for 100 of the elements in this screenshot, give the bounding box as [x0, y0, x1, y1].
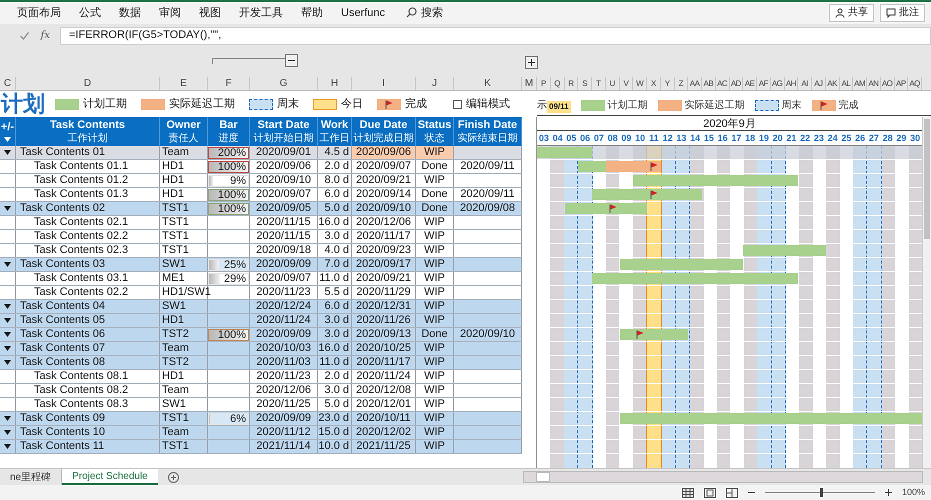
ribbon-tab[interactable]: 开发工具 [230, 4, 292, 22]
column-header[interactable]: AH [784, 77, 798, 90]
table-row[interactable]: Task Contents 01.1 HD1 100% 2020/09/06 2.0 d 2020/09/07 Done 2020/09/11 [0, 160, 522, 174]
comments-button[interactable]: 批注 [880, 4, 925, 22]
column-header[interactable]: P [537, 77, 551, 90]
table-row[interactable]: Task Contents 07 Team 2020/10/03 16.0 d 2020/10/25 WIP [0, 342, 522, 356]
column-header[interactable]: AP [894, 77, 908, 90]
ribbon-tab[interactable]: Userfunc [332, 4, 394, 22]
column-header[interactable]: S [578, 77, 592, 90]
column-header[interactable]: V [620, 77, 634, 90]
column-header[interactable]: D [16, 77, 160, 90]
table-row[interactable]: Task Contents 10 Team 2020/11/12 15.0 d 2020/12/02 WIP [0, 426, 522, 440]
column-header[interactable]: AL [840, 77, 854, 90]
table-row[interactable]: Task Contents 01.3 HD1 100% 2020/09/07 6.0 d 2020/09/14 Done 2020/09/11 [0, 188, 522, 202]
column-header[interactable]: E [160, 77, 208, 90]
insert-function-button[interactable]: fx [40, 28, 50, 44]
column-header[interactable]: M [522, 77, 537, 90]
column-header[interactable]: W [633, 77, 647, 90]
vertical-scrollbar[interactable] [922, 117, 931, 468]
zoom-level[interactable]: 100% [902, 486, 925, 500]
column-header[interactable]: AA [688, 77, 702, 90]
column-header[interactable]: F [208, 77, 250, 90]
share-button[interactable]: 共享 [829, 4, 874, 22]
column-header[interactable]: R [564, 77, 578, 90]
column-header[interactable]: AM [853, 77, 867, 90]
column-header[interactable]: Z [674, 77, 688, 90]
add-sheet-icon[interactable] [168, 472, 179, 483]
ribbon-tab[interactable]: 审阅 [150, 4, 190, 22]
ribbon-tab[interactable]: 帮助 [292, 4, 332, 22]
table-row[interactable]: Task Contents 02.2 TST1 2020/11/15 3.0 d 2020/11/17 WIP [0, 230, 522, 244]
ribbon-tab[interactable]: 数据 [110, 4, 150, 22]
column-header[interactable]: I [352, 77, 416, 90]
table-row[interactable]: Task Contents 01.2 HD1 9% 2020/09/10 8.0 d 2020/09/21 WIP [0, 174, 522, 188]
caret-icon[interactable] [4, 346, 11, 352]
caret-icon[interactable] [4, 416, 11, 422]
column-header[interactable]: AQ [908, 77, 922, 90]
column-header[interactable]: AC [716, 77, 730, 90]
column-header[interactable]: AI [798, 77, 812, 90]
column-header[interactable]: J [416, 77, 454, 90]
column-header[interactable]: U [606, 77, 620, 90]
column-header[interactable]: T [592, 77, 606, 90]
column-header[interactable]: Y [660, 77, 674, 90]
column-header[interactable]: H [318, 77, 352, 90]
table-row[interactable]: Task Contents 05 HD1 2020/11/24 3.0 d 2020/11/26 WIP [0, 314, 522, 328]
table-row[interactable]: Task Contents 02.3 TST1 2020/09/18 4.0 d 2020/09/23 WIP [0, 244, 522, 258]
column-header[interactable]: Q [550, 77, 564, 90]
column-header[interactable]: G [250, 77, 318, 90]
column-header[interactable]: AB [702, 77, 716, 90]
ribbon-tab[interactable]: 公式 [70, 4, 110, 22]
column-header[interactable]: X [647, 77, 661, 90]
formula-input[interactable]: =IFERROR(IF(G5>TODAY(),"", [60, 26, 931, 45]
table-row[interactable]: Task Contents 08 TST2 2020/11/03 11.0 d 2020/11/17 WIP [0, 356, 522, 370]
zoom-in-icon[interactable] [884, 489, 892, 496]
search-field[interactable]: 搜索 [421, 4, 444, 22]
table-row[interactable]: Task Contents 06 TST2 100% 2020/09/09 3.0 d 2020/09/13 Done 2020/09/10 [0, 328, 522, 342]
table-cell: 2020/09/06 [352, 146, 416, 160]
column-header[interactable]: AF [757, 77, 771, 90]
column-header[interactable]: AJ [812, 77, 826, 90]
check-icon[interactable] [20, 32, 29, 40]
table-row[interactable]: Task Contents 03.1 ME1 29% 2020/09/07 11.0 d 2020/09/21 WIP [0, 272, 522, 286]
column-header[interactable]: AG [770, 77, 784, 90]
column-header[interactable]: AO [880, 77, 894, 90]
table-row[interactable]: Task Contents 04 SW1 2020/12/24 6.0 d 2020/12/31 WIP [0, 300, 522, 314]
caret-icon[interactable] [4, 150, 11, 156]
table-row[interactable]: Task Contents 02.2 HD1/SW1 2020/11/23 5.5 d 2020/11/29 WIP [0, 286, 522, 300]
horizontal-scrollbar[interactable] [523, 471, 923, 484]
table-row[interactable]: Task Contents 08.3 SW1 2020/11/25 5.0 d 2020/12/01 WIP [0, 398, 522, 412]
column-header[interactable]: K [454, 77, 522, 90]
sheet-tab[interactable]: Project Schedule [62, 469, 158, 486]
ribbon-tab[interactable]: 视图 [190, 4, 230, 22]
table-row[interactable]: Task Contents 03 SW1 25% 2020/09/09 7.0 d 2020/09/17 WIP [0, 258, 522, 272]
normal-view-icon[interactable] [682, 488, 694, 498]
table-row[interactable]: Task Contents 02 TST1 100% 2020/09/05 5.0 d 2020/09/10 Done 2020/09/08 [0, 202, 522, 216]
caret-icon[interactable] [4, 206, 11, 212]
caret-icon[interactable] [4, 444, 11, 450]
caret-icon[interactable] [4, 360, 11, 366]
page-layout-icon[interactable] [704, 488, 716, 498]
table-row[interactable]: Task Contents 01 Team 200% 2020/09/01 4.5 d 2020/09/06 WIP [0, 146, 522, 160]
table-row[interactable]: Task Contents 08.1 HD1 2020/11/23 2.0 d 2020/11/24 WIP [0, 370, 522, 384]
column-header[interactable]: AE [743, 77, 757, 90]
table-row[interactable]: Task Contents 11 TST1 2021/11/14 10.0 d 2021/11/25 WIP [0, 440, 522, 454]
collapse-group-button[interactable] [285, 54, 298, 67]
table-row[interactable]: Task Contents 08.2 Team 2020/12/06 3.0 d 2020/12/08 WIP [0, 384, 522, 398]
caret-icon[interactable] [4, 318, 11, 324]
table-row[interactable]: Task Contents 09 TST1 6% 2020/09/09 23.0 d 2020/10/11 WIP [0, 412, 522, 426]
checkbox[interactable] [453, 100, 462, 109]
zoom-thumb[interactable] [820, 488, 823, 498]
caret-icon[interactable] [4, 332, 11, 338]
caret-icon[interactable] [4, 430, 11, 436]
caret-icon[interactable] [4, 304, 11, 310]
column-header[interactable]: AN [867, 77, 881, 90]
expand-group-button[interactable] [525, 56, 538, 69]
column-header[interactable]: AD [730, 77, 744, 90]
ribbon-tab[interactable]: 页面布局 [8, 4, 70, 22]
page-break-icon[interactable] [726, 488, 738, 498]
caret-icon[interactable] [4, 262, 11, 268]
column-header[interactable]: AK [826, 77, 840, 90]
table-row[interactable]: Task Contents 02.1 TST1 2020/11/15 16.0 d 2020/12/06 WIP [0, 216, 522, 230]
table-cell: 2020/11/25 [250, 398, 318, 412]
column-header[interactable]: C [0, 77, 16, 90]
